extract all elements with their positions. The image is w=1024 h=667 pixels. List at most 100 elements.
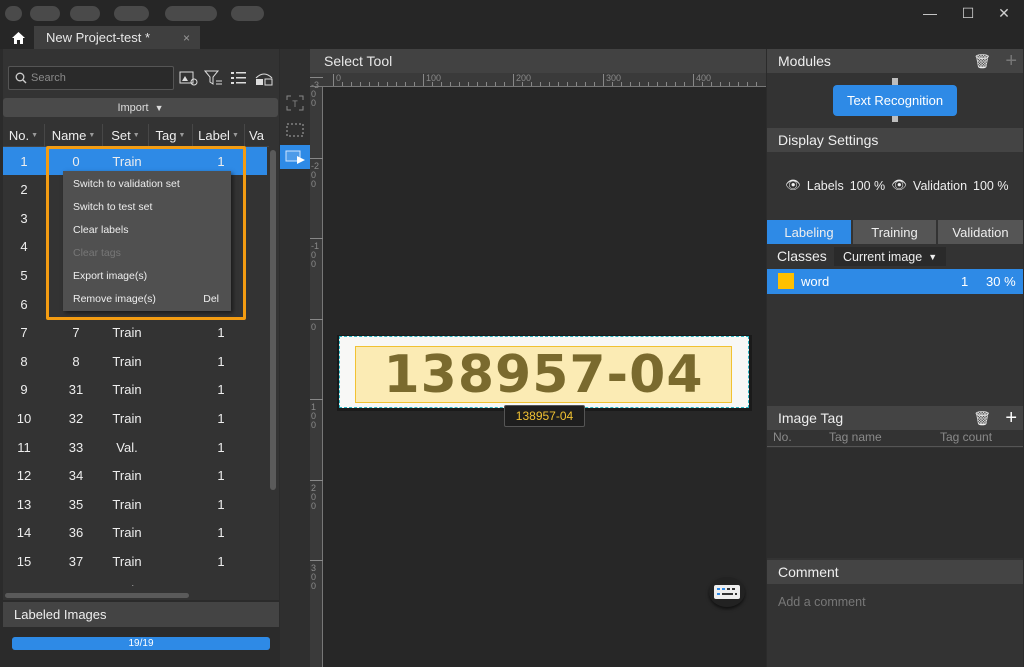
ruler-tick bbox=[310, 560, 323, 561]
label-box[interactable]: 138957-04 bbox=[355, 344, 732, 405]
row-number: 12 bbox=[16, 468, 32, 484]
labeled-progress-bar: 19/19 bbox=[12, 637, 270, 650]
column-validation[interactable]: Va bbox=[245, 124, 269, 147]
classes-scope-dropdown[interactable]: Current image ▼ bbox=[834, 247, 946, 266]
validation-opacity[interactable]: 100 % bbox=[973, 179, 1008, 193]
plus-icon[interactable]: + bbox=[1005, 50, 1017, 73]
search-input[interactable]: Search bbox=[8, 66, 174, 90]
horizontal-scrollbar[interactable] bbox=[5, 593, 189, 598]
ruler-tick bbox=[576, 82, 577, 86]
text-recognition-module-button[interactable]: Text Recognition bbox=[833, 85, 957, 116]
menu-item[interactable] bbox=[70, 6, 100, 21]
eye-icon[interactable]: 👁 bbox=[891, 178, 907, 193]
row-number: 13 bbox=[16, 496, 32, 512]
row-set: Train bbox=[112, 325, 142, 341]
comment-input[interactable]: Add a comment bbox=[778, 595, 866, 609]
row-label: 1 bbox=[217, 353, 225, 369]
close-window-button[interactable]: ✕ bbox=[984, 0, 1024, 26]
import-label: Import bbox=[117, 101, 149, 114]
class-name: word bbox=[801, 274, 830, 289]
filter-icon[interactable] bbox=[204, 70, 224, 86]
list-icon[interactable] bbox=[229, 70, 249, 86]
row-number: 6 bbox=[20, 296, 28, 312]
column-tag[interactable]: Tag ▼ bbox=[149, 124, 193, 147]
context-menu-item[interactable]: Remove image(s) Del bbox=[73, 287, 223, 310]
display-settings-header: Display Settings bbox=[767, 128, 1023, 152]
menu-item[interactable] bbox=[30, 6, 60, 21]
table-row[interactable]: 1638Val. 1 bbox=[3, 576, 267, 587]
column-no[interactable]: No. ▼ bbox=[3, 124, 45, 147]
tab-validation[interactable]: Validation bbox=[938, 220, 1023, 244]
labeled-images-header: Labeled Images bbox=[3, 602, 279, 627]
table-row[interactable]: 12 34 Train 1 bbox=[3, 462, 267, 490]
tag-list bbox=[767, 448, 1023, 558]
menu-item[interactable] bbox=[165, 6, 217, 21]
class-color-swatch[interactable] bbox=[778, 273, 794, 289]
ruler-tick bbox=[747, 82, 748, 86]
column-set[interactable]: Set ▼ bbox=[103, 124, 149, 147]
minimize-button[interactable]: — bbox=[910, 0, 950, 26]
table-row[interactable]: 13 35 Train 1 bbox=[3, 490, 267, 518]
row-name: 34 bbox=[68, 468, 84, 484]
tab-project[interactable]: New Project-test * × bbox=[34, 26, 200, 49]
ruler-tick bbox=[495, 82, 496, 86]
image-filter-icon[interactable] bbox=[179, 70, 199, 86]
ruler-tick bbox=[310, 399, 323, 400]
menu-item[interactable] bbox=[231, 6, 264, 21]
context-menu-item[interactable]: Export image(s) bbox=[73, 264, 223, 287]
labels-opacity[interactable]: 100 % bbox=[850, 179, 885, 193]
tab-training[interactable]: Training bbox=[853, 220, 936, 244]
row-number: 5 bbox=[20, 267, 28, 283]
tab-labeling[interactable]: Labeling bbox=[767, 220, 851, 244]
image-text: 138957-04 bbox=[383, 344, 704, 405]
class-row-word[interactable]: word 1 30 % bbox=[767, 269, 1023, 294]
row-set: Train bbox=[112, 353, 142, 369]
home-icon[interactable] bbox=[6, 27, 30, 49]
ruler-label: -300 bbox=[311, 80, 320, 108]
maximize-button[interactable]: ☐ bbox=[948, 0, 988, 26]
table-row[interactable]: 7 7 Train 1 bbox=[3, 319, 267, 347]
row-set: Train bbox=[112, 553, 142, 569]
menu-item[interactable] bbox=[114, 6, 149, 21]
table-row[interactable]: 14 36 Train 1 bbox=[3, 519, 267, 547]
caret-down-icon: ▼ bbox=[928, 251, 938, 262]
view-mode-icon[interactable] bbox=[254, 70, 274, 86]
modules-header: Modules 🗑 + bbox=[767, 49, 1023, 73]
plus-icon[interactable]: + bbox=[1005, 407, 1017, 430]
class-percent: 30 % bbox=[986, 274, 1016, 289]
ruler-label: 200 bbox=[516, 73, 532, 83]
ruler-tick bbox=[567, 82, 568, 86]
menu-item-label: Clear tags bbox=[73, 246, 121, 259]
column-label[interactable]: Label ▼ bbox=[193, 124, 245, 147]
ruler-tick bbox=[450, 82, 451, 86]
row-label: 1 bbox=[217, 410, 225, 426]
trash-icon[interactable]: 🗑 bbox=[973, 53, 991, 70]
keyboard-shortcuts-button[interactable] bbox=[709, 577, 745, 607]
eye-icon[interactable]: 👁 bbox=[785, 178, 801, 193]
ruler-tick bbox=[405, 82, 406, 86]
ruler-tick bbox=[549, 82, 550, 86]
context-menu-item[interactable]: Switch to test set bbox=[73, 195, 223, 218]
table-row[interactable]: 9 31 Train 1 bbox=[3, 376, 267, 404]
ruler-label: 400 bbox=[696, 73, 712, 83]
vertical-scrollbar[interactable] bbox=[270, 150, 276, 490]
table-row[interactable]: 15 37 Train 1 bbox=[3, 547, 267, 575]
column-name[interactable]: Name ▼ bbox=[45, 124, 103, 147]
ruler-label: 300 bbox=[606, 73, 622, 83]
row-number: 15 bbox=[16, 553, 32, 569]
select-tool-icon[interactable] bbox=[280, 145, 310, 169]
vertical-ruler: -300 -200 -100 0 100 200 300 bbox=[310, 77, 323, 667]
trash-icon[interactable]: 🗑 bbox=[973, 410, 991, 427]
row-label: 1 bbox=[217, 553, 225, 569]
context-menu-item[interactable]: Clear labels bbox=[73, 218, 223, 241]
rect-select-tool-icon[interactable] bbox=[280, 118, 310, 142]
text-tool-icon[interactable]: T bbox=[280, 91, 310, 115]
table-row[interactable]: 11 33 Val. 1 bbox=[3, 433, 267, 461]
close-tab-icon[interactable]: × bbox=[183, 31, 190, 45]
import-button[interactable]: Import ▼ bbox=[3, 98, 278, 117]
ruler-tick bbox=[513, 74, 514, 86]
table-row[interactable]: 10 32 Train 1 bbox=[3, 404, 267, 432]
context-menu-item[interactable]: Switch to validation set bbox=[73, 172, 223, 195]
table-row[interactable]: 8 8 Train 1 bbox=[3, 347, 267, 375]
ruler-label: 100 bbox=[311, 402, 317, 430]
